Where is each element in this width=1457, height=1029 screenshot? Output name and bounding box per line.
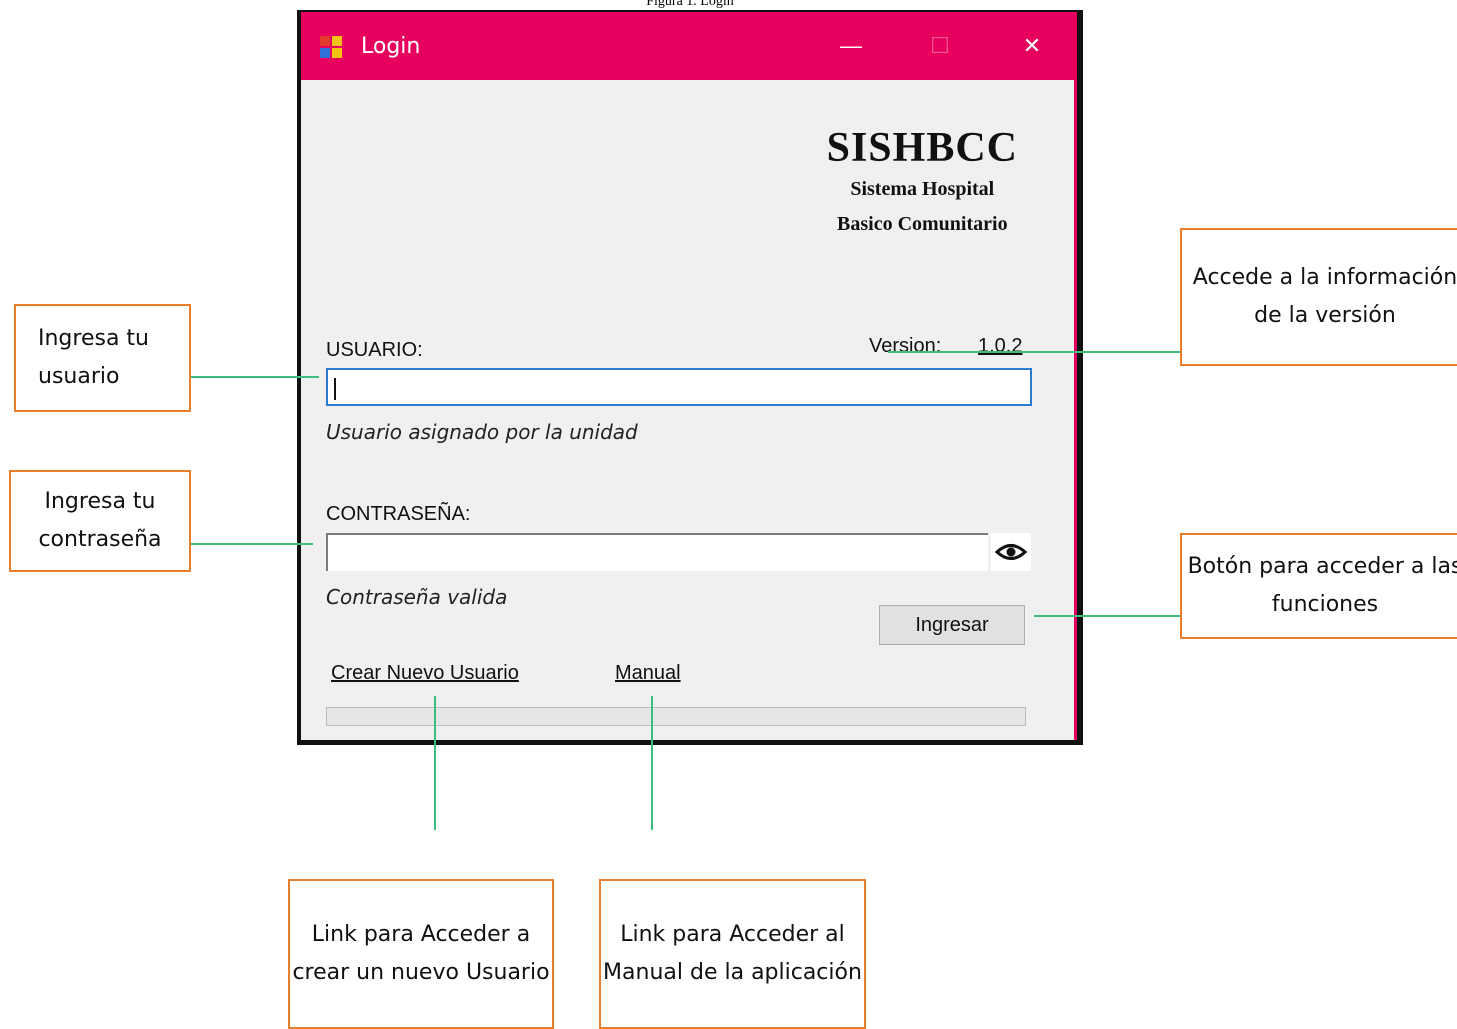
- user-hint: Usuario asignado por la unidad: [326, 420, 638, 444]
- login-window: Login — ☐ ✕ SISHBCC Sistema Hospital Bas…: [297, 10, 1083, 745]
- close-button[interactable]: ✕: [1010, 26, 1054, 66]
- password-input[interactable]: [326, 533, 988, 571]
- title-bar[interactable]: Login — ☐ ✕: [301, 12, 1077, 80]
- login-button[interactable]: Ingresar: [879, 605, 1025, 645]
- brand-title: SISHBCC: [826, 125, 1018, 171]
- callout-manual: Link para Acceder al Manual de la aplica…: [599, 879, 866, 1029]
- show-password-button[interactable]: [991, 533, 1031, 571]
- maximize-button[interactable]: ☐: [918, 26, 962, 66]
- brand-subtitle-2: Basico Comunitario: [837, 213, 1008, 235]
- connector-manual: [651, 696, 653, 830]
- user-label: USUARIO:: [326, 339, 423, 361]
- password-label: CONTRASEÑA:: [326, 503, 471, 525]
- minimize-button[interactable]: —: [829, 26, 873, 66]
- app-icon: [320, 36, 342, 58]
- connector-login-button: [1034, 615, 1180, 617]
- connector-user: [191, 376, 319, 378]
- manual-link[interactable]: Manual: [615, 662, 681, 685]
- login-form: SISHBCC Sistema Hospital Basico Comunita…: [301, 80, 1077, 740]
- eye-icon: [994, 544, 1028, 560]
- brand-block: SISHBCC Sistema Hospital Basico Comunita…: [827, 124, 1018, 242]
- version-link[interactable]: 1.0.2: [978, 335, 1022, 358]
- user-input[interactable]: [326, 368, 1032, 406]
- window-title: Login: [361, 34, 421, 59]
- progress-bar: [326, 707, 1026, 726]
- connector-new-user: [434, 696, 436, 830]
- password-hint: Contraseña valida: [326, 585, 508, 609]
- text-caret: [334, 378, 336, 400]
- callout-password: Ingresa tu contraseña: [9, 470, 191, 572]
- connector-password: [191, 543, 313, 545]
- version-label: Version:: [869, 335, 942, 357]
- callout-new-user: Link para Acceder a crear un nuevo Usuar…: [288, 879, 554, 1029]
- figure-caption: Figura 1. Login: [646, 0, 734, 9]
- connector-version: [888, 351, 1180, 353]
- new-user-link[interactable]: Crear Nuevo Usuario: [331, 662, 519, 685]
- brand-subtitle-1: Sistema Hospital: [850, 178, 995, 200]
- callout-version: Accede a la información de la versión: [1180, 228, 1457, 366]
- callout-user: Ingresa tu usuario: [14, 304, 191, 412]
- callout-login-button: Botón para acceder a las funciones: [1180, 533, 1457, 639]
